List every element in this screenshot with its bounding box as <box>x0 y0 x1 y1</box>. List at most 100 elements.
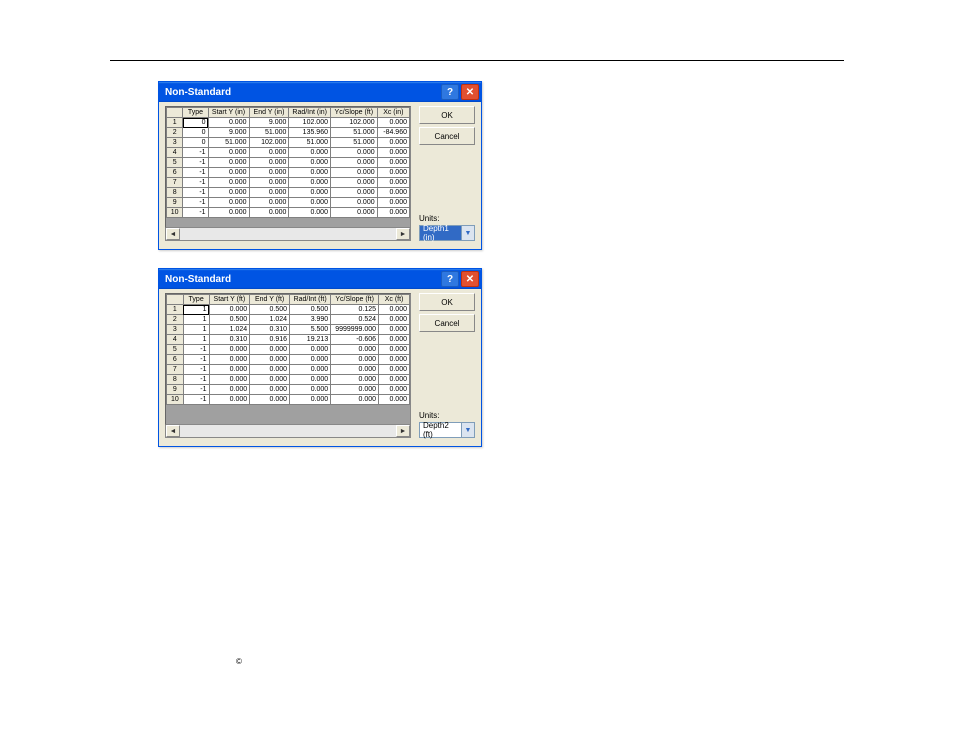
row-header[interactable]: 7 <box>167 365 184 375</box>
table-cell[interactable]: 0.000 <box>208 198 249 208</box>
column-header[interactable]: Yc/Slope (ft) <box>331 295 379 305</box>
table-row[interactable]: 410.3100.91619.213-0.6060.000 <box>167 335 410 345</box>
table-row[interactable]: 7-10.0000.0000.0000.0000.000 <box>167 365 410 375</box>
scroll-left-icon[interactable]: ◄ <box>166 425 180 437</box>
titlebar[interactable]: Non-Standard ? ✕ <box>159 82 481 102</box>
table-cell[interactable]: 0.000 <box>289 178 331 188</box>
table-cell[interactable]: 0.000 <box>208 178 249 188</box>
table-row[interactable]: 7-10.0000.0000.0000.0000.000 <box>167 178 410 188</box>
table-row[interactable]: 8-10.0000.0000.0000.0000.000 <box>167 188 410 198</box>
table-cell[interactable]: 0.000 <box>379 305 410 315</box>
table-cell[interactable]: 0.000 <box>208 118 249 128</box>
row-header[interactable]: 4 <box>167 148 183 158</box>
scroll-track[interactable] <box>180 425 396 437</box>
help-icon[interactable]: ? <box>441 271 459 287</box>
table-cell[interactable]: 0.000 <box>208 158 249 168</box>
column-header[interactable]: Xc (in) <box>377 108 409 118</box>
row-header[interactable]: 5 <box>167 345 184 355</box>
table-cell[interactable]: 0.000 <box>377 118 409 128</box>
table-cell[interactable]: 0.000 <box>249 148 289 158</box>
table-cell[interactable]: 1.024 <box>250 315 290 325</box>
column-header[interactable]: Type <box>183 108 208 118</box>
table-cell[interactable]: 0.000 <box>250 375 290 385</box>
table-row[interactable]: 5-10.0000.0000.0000.0000.000 <box>167 158 410 168</box>
table-row[interactable]: 9-10.0000.0000.0000.0000.000 <box>167 385 410 395</box>
table-cell[interactable]: 0.310 <box>209 335 250 345</box>
units-combo[interactable]: Depth2 (ft) ▼ <box>419 422 475 438</box>
table-row[interactable]: 4-10.0000.0000.0000.0000.000 <box>167 148 410 158</box>
table-cell[interactable]: 0.000 <box>250 355 290 365</box>
table-cell[interactable]: -1 <box>183 355 209 365</box>
table-cell[interactable]: 0.500 <box>209 315 250 325</box>
table-cell[interactable]: 135.960 <box>289 128 331 138</box>
table-cell[interactable]: 1 <box>183 335 209 345</box>
table-cell[interactable]: 1 <box>183 315 209 325</box>
row-header[interactable]: 5 <box>167 158 183 168</box>
table-cell[interactable]: 102.000 <box>330 118 377 128</box>
table-cell[interactable]: 0.000 <box>290 355 331 365</box>
table-cell[interactable]: 0.000 <box>330 148 377 158</box>
row-header[interactable]: 2 <box>167 128 183 138</box>
table-cell[interactable]: 0.916 <box>250 335 290 345</box>
close-icon[interactable]: ✕ <box>461 84 479 100</box>
column-header[interactable]: End Y (in) <box>249 108 289 118</box>
table-cell[interactable]: 0.000 <box>208 148 249 158</box>
table-cell[interactable]: 0.000 <box>377 158 409 168</box>
table-cell[interactable]: 0.000 <box>330 208 377 218</box>
table-cell[interactable]: 0.000 <box>209 365 250 375</box>
table-row[interactable]: 6-10.0000.0000.0000.0000.000 <box>167 168 410 178</box>
scroll-right-icon[interactable]: ► <box>396 228 410 240</box>
column-header[interactable]: Xc (ft) <box>379 295 410 305</box>
units-combo[interactable]: Depth1 (in) ▼ <box>419 225 475 241</box>
table-cell[interactable]: 102.000 <box>289 118 331 128</box>
table-row[interactable]: 209.00051.000135.96051.000-84.960 <box>167 128 410 138</box>
table-cell[interactable]: 0.000 <box>249 168 289 178</box>
row-header[interactable]: 8 <box>167 188 183 198</box>
column-header[interactable]: End Y (ft) <box>250 295 290 305</box>
table-cell[interactable]: 51.000 <box>330 128 377 138</box>
table-cell[interactable]: -1 <box>183 148 208 158</box>
table-cell[interactable]: -1 <box>183 168 208 178</box>
table-row[interactable]: 6-10.0000.0000.0000.0000.000 <box>167 355 410 365</box>
table-cell[interactable]: 0.000 <box>290 375 331 385</box>
chevron-down-icon[interactable]: ▼ <box>461 226 474 240</box>
table-cell[interactable]: 0.000 <box>289 158 331 168</box>
table-cell[interactable]: 9999999.000 <box>331 325 379 335</box>
column-header[interactable]: Start Y (in) <box>208 108 249 118</box>
table-cell[interactable]: 0.000 <box>330 188 377 198</box>
titlebar[interactable]: Non-Standard ? ✕ <box>159 269 481 289</box>
row-header[interactable]: 2 <box>167 315 184 325</box>
table-cell[interactable]: 0.000 <box>249 178 289 188</box>
table-cell[interactable]: 9.000 <box>208 128 249 138</box>
table-cell[interactable]: 0.000 <box>209 345 250 355</box>
table-cell[interactable]: 0.000 <box>330 168 377 178</box>
table-cell[interactable]: -1 <box>183 188 208 198</box>
table-cell[interactable]: -1 <box>183 208 208 218</box>
table-cell[interactable]: 0.000 <box>289 208 331 218</box>
column-header[interactable]: Yc/Slope (ft) <box>330 108 377 118</box>
table-cell[interactable]: 0.000 <box>250 345 290 355</box>
table-cell[interactable]: 0.000 <box>377 178 409 188</box>
table-cell[interactable]: 1 <box>183 305 209 315</box>
table-cell[interactable]: 0.000 <box>331 345 379 355</box>
table-cell[interactable]: 0.000 <box>377 208 409 218</box>
cancel-button[interactable]: Cancel <box>419 127 475 145</box>
table-cell[interactable]: -0.606 <box>331 335 379 345</box>
table-cell[interactable]: 0.000 <box>290 385 331 395</box>
table-row[interactable]: 10-10.0000.0000.0000.0000.000 <box>167 395 410 405</box>
table-cell[interactable]: -1 <box>183 375 209 385</box>
column-header[interactable]: Start Y (ft) <box>209 295 250 305</box>
table-cell[interactable]: 0.000 <box>289 188 331 198</box>
table-cell[interactable]: 0.000 <box>289 198 331 208</box>
table-cell[interactable]: 0.000 <box>379 325 410 335</box>
table-cell[interactable]: 0.000 <box>249 208 289 218</box>
table-cell[interactable]: 3.990 <box>290 315 331 325</box>
table-row[interactable]: 10-10.0000.0000.0000.0000.000 <box>167 208 410 218</box>
close-icon[interactable]: ✕ <box>461 271 479 287</box>
table-cell[interactable]: 0.000 <box>289 168 331 178</box>
table-cell[interactable]: 0.000 <box>377 138 409 148</box>
data-grid[interactable]: TypeStart Y (ft)End Y (ft)Rad/Int (ft)Yc… <box>165 293 411 425</box>
table-cell[interactable]: -1 <box>183 158 208 168</box>
table-cell[interactable]: 9.000 <box>249 118 289 128</box>
table-cell[interactable]: -1 <box>183 198 208 208</box>
